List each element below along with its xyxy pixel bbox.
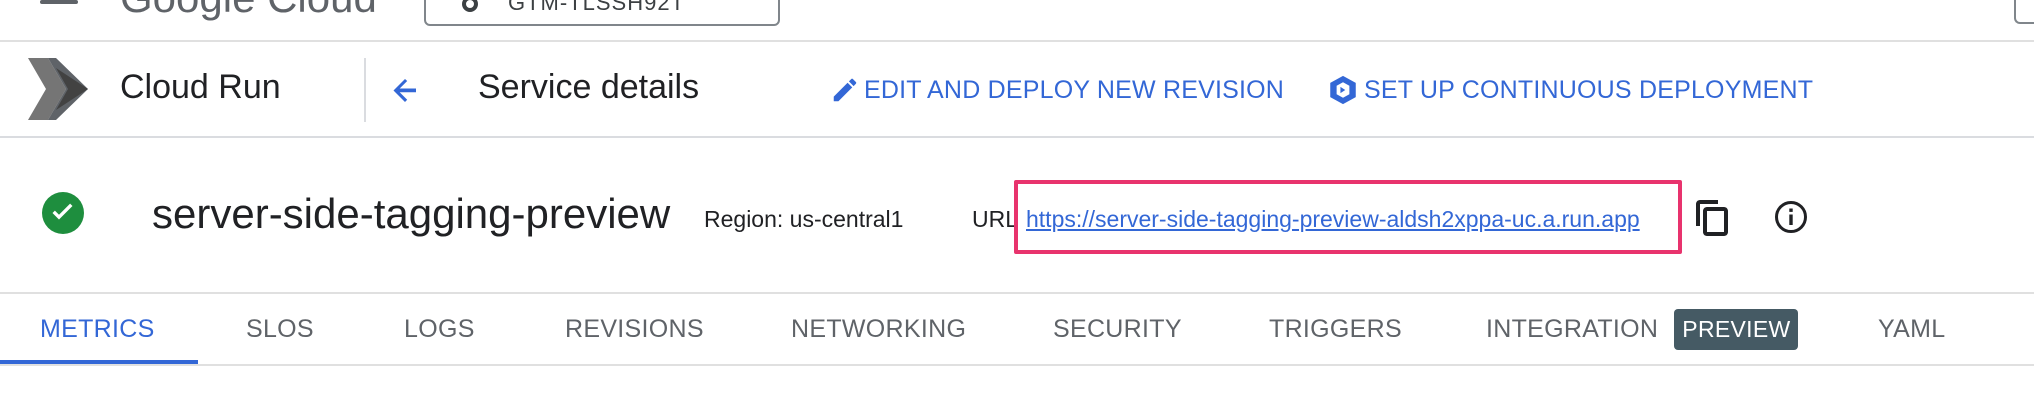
tab-security-label: SECURITY — [1053, 314, 1182, 343]
main-menu-icon[interactable] — [40, 0, 80, 8]
pencil-icon — [830, 75, 860, 105]
tab-networking[interactable]: NETWORKING — [791, 294, 966, 364]
tab-logs[interactable]: LOGS — [404, 294, 475, 364]
tab-slos-label: SLOS — [246, 314, 314, 343]
tab-metrics-label: METRICS — [40, 314, 155, 343]
url-label: URL — [972, 206, 1019, 232]
tab-metrics[interactable]: METRICS — [40, 294, 155, 364]
tab-slos[interactable]: SLOS — [246, 294, 314, 364]
active-tab-indicator — [0, 360, 198, 364]
service-url-link[interactable]: https://server-side-tagging-preview-alds… — [1026, 206, 1640, 233]
tab-yaml[interactable]: YAML — [1878, 294, 1945, 364]
set-up-continuous-deployment-button[interactable]: SET UP CONTINUOUS DEPLOYMENT — [1326, 68, 1813, 112]
cloud-run-logo-icon — [28, 58, 88, 120]
project-name: GTM-TLSSH92T — [508, 0, 686, 15]
project-icon — [462, 0, 478, 12]
tab-yaml-label: YAML — [1878, 314, 1946, 343]
service-header: Cloud Run Service details EDIT AND DEPLO… — [0, 42, 2034, 138]
google-cloud-logo[interactable]: Google Cloud — [120, 0, 377, 21]
service-region: Region: us-central1 — [704, 206, 904, 232]
tab-networking-label: NETWORKING — [791, 314, 967, 343]
service-summary: server-side-tagging-preview Region: us-c… — [0, 140, 2034, 292]
cloud-run-service-details-page: Google Cloud GTM-TLSSH92T Cloud Run Serv… — [0, 0, 2034, 404]
tab-revisions-label: REVISIONS — [565, 314, 704, 343]
google-cloud-logo-text: Google Cloud — [120, 0, 377, 21]
status-ok-check-icon — [42, 192, 84, 234]
edit-and-deploy-button[interactable]: EDIT AND DEPLOY NEW REVISION — [830, 68, 1284, 112]
project-picker[interactable]: GTM-TLSSH92T — [424, 0, 780, 26]
edit-and-deploy-label: EDIT AND DEPLOY NEW REVISION — [864, 75, 1285, 104]
preview-badge: PREVIEW — [1674, 308, 1799, 350]
tab-security[interactable]: SECURITY — [1053, 294, 1182, 364]
continuous-deployment-label: SET UP CONTINUOUS DEPLOYMENT — [1364, 75, 1814, 104]
top-right-control[interactable] — [2014, 0, 2034, 24]
tab-integration[interactable]: INTEGRATION PREVIEW — [1486, 294, 1799, 364]
info-icon[interactable] — [1774, 200, 1808, 234]
page-title: Service details — [478, 68, 700, 106]
copy-url-icon[interactable] — [1696, 200, 1728, 236]
service-name: server-side-tagging-preview — [152, 190, 671, 237]
continuous-deployment-icon — [1326, 73, 1360, 107]
tab-integration-label: INTEGRATION — [1486, 314, 1659, 343]
global-top-bar: Google Cloud GTM-TLSSH92T — [0, 0, 2034, 42]
header-divider — [364, 58, 366, 122]
product-name: Cloud Run — [120, 68, 281, 106]
back-arrow-icon[interactable] — [384, 68, 428, 112]
tab-revisions[interactable]: REVISIONS — [565, 294, 704, 364]
tab-logs-label: LOGS — [404, 314, 475, 343]
tab-triggers-label: TRIGGERS — [1269, 314, 1402, 343]
service-tabs: METRICS SLOS LOGS REVISIONS NETWORKING S… — [0, 292, 2034, 366]
tab-triggers[interactable]: TRIGGERS — [1269, 294, 1402, 364]
